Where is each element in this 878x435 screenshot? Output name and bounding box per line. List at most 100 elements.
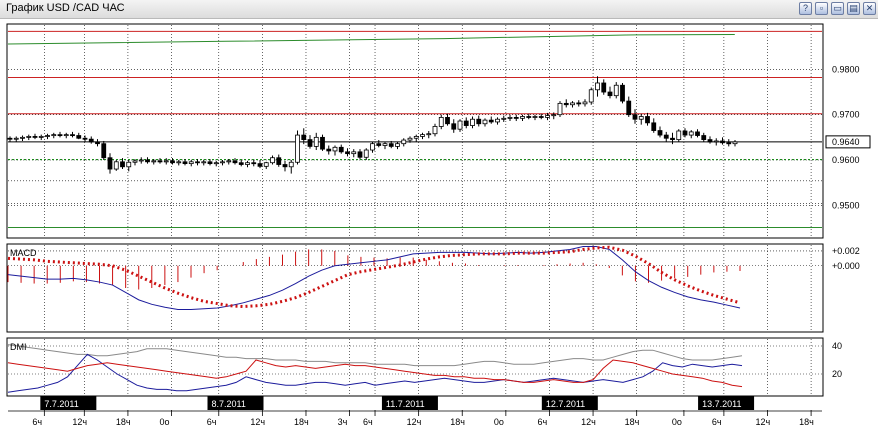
candle-body bbox=[238, 162, 244, 165]
candle-body bbox=[570, 102, 575, 106]
candle-body bbox=[107, 157, 113, 170]
candle-body bbox=[695, 131, 700, 136]
candle-body bbox=[295, 134, 300, 163]
hour-tick-label: 0о bbox=[672, 417, 682, 427]
candle-body bbox=[151, 160, 157, 163]
candle-body bbox=[457, 120, 463, 130]
candle-body bbox=[270, 157, 275, 164]
candle-body bbox=[382, 143, 388, 146]
price-tick-label: 0.9600 bbox=[832, 155, 860, 165]
candle-body bbox=[513, 117, 519, 119]
candle-body bbox=[70, 134, 75, 137]
candle-body bbox=[95, 141, 100, 145]
candle-body bbox=[157, 160, 163, 163]
candle-body bbox=[213, 162, 219, 165]
candle-body bbox=[376, 143, 382, 146]
date-label: 8.7.2011 bbox=[212, 399, 246, 409]
candle-body bbox=[613, 84, 619, 97]
candle-body bbox=[526, 116, 532, 118]
candle-body bbox=[688, 131, 694, 136]
candle-body bbox=[563, 102, 569, 106]
candle-body bbox=[701, 135, 707, 141]
candle-body bbox=[501, 117, 507, 120]
candle-body bbox=[132, 160, 138, 163]
candle-body bbox=[313, 136, 319, 147]
candle-body bbox=[651, 122, 657, 131]
price-tick-label: 0.9500 bbox=[832, 200, 860, 210]
candle-body bbox=[363, 149, 369, 158]
dmi-panel-frame bbox=[6, 337, 824, 397]
candle-body bbox=[507, 117, 513, 119]
hour-tick-label: 6ч bbox=[537, 417, 547, 427]
candle-body bbox=[226, 160, 232, 163]
candle-body bbox=[595, 82, 600, 91]
candle-body bbox=[20, 136, 25, 139]
candle-body bbox=[201, 161, 207, 164]
candle-body bbox=[257, 163, 263, 167]
hour-tick-label: 12ч bbox=[72, 417, 87, 427]
macd-tick-label: +0.000 bbox=[832, 261, 860, 271]
candle-body bbox=[413, 136, 419, 139]
candle-body bbox=[63, 134, 69, 137]
candle-body bbox=[101, 143, 107, 159]
price-tick-label: 0.9800 bbox=[832, 64, 860, 74]
candle-body bbox=[57, 134, 63, 137]
candle-body bbox=[438, 117, 444, 127]
candle-body bbox=[588, 89, 594, 103]
candle-body bbox=[320, 136, 325, 150]
candle-body bbox=[45, 135, 50, 137]
price-panel-frame bbox=[6, 23, 824, 239]
candle-body bbox=[638, 116, 644, 120]
hour-tick-label: 18ч bbox=[116, 417, 131, 427]
candle-body bbox=[463, 120, 469, 126]
hour-tick-label: 18ч bbox=[450, 417, 465, 427]
candle-body bbox=[138, 159, 144, 162]
candle-body bbox=[451, 123, 457, 130]
candle-body bbox=[176, 161, 182, 164]
candle-body bbox=[676, 130, 682, 141]
candle-body bbox=[351, 151, 357, 155]
candle-body bbox=[301, 134, 307, 141]
candle-body bbox=[445, 117, 450, 125]
candle-body bbox=[7, 137, 13, 140]
date-label: 11.7.2011 bbox=[386, 399, 425, 409]
candle-body bbox=[707, 139, 713, 143]
candle-body bbox=[420, 134, 425, 137]
candle-body bbox=[307, 139, 313, 147]
hour-tick-label: 18ч bbox=[294, 417, 309, 427]
candle-body bbox=[26, 136, 32, 138]
hour-tick-label: 0о bbox=[160, 417, 170, 427]
candle-body bbox=[13, 137, 19, 140]
candle-body bbox=[538, 116, 544, 118]
candle-body bbox=[88, 138, 94, 143]
hour-tick-label: 12ч bbox=[250, 417, 265, 427]
dmi-tick-label: 40 bbox=[832, 341, 842, 351]
candle-body bbox=[713, 140, 719, 143]
candle-body bbox=[620, 84, 625, 102]
candle-body bbox=[626, 100, 632, 116]
candle-body bbox=[282, 164, 288, 168]
candle-body bbox=[657, 130, 663, 136]
candle-body bbox=[732, 141, 738, 145]
hour-tick-label: 6ч bbox=[712, 417, 722, 427]
macd-panel-frame bbox=[6, 243, 824, 333]
candle-body bbox=[207, 161, 213, 165]
candle-body bbox=[632, 114, 638, 120]
candle-body bbox=[401, 139, 407, 145]
macd-tick-label: +0.002 bbox=[832, 246, 860, 256]
candle-body bbox=[488, 119, 494, 123]
candle-body bbox=[338, 146, 344, 153]
candle-body bbox=[76, 135, 82, 139]
candle-body bbox=[251, 162, 257, 165]
date-label: 13.7.2011 bbox=[702, 399, 741, 409]
candle-body bbox=[426, 133, 432, 136]
dmi-tick-label: 20 bbox=[832, 369, 842, 379]
candle-body bbox=[232, 160, 238, 164]
candle-body bbox=[601, 82, 607, 93]
hour-tick-label: 0о bbox=[494, 417, 504, 427]
candle-body bbox=[120, 161, 125, 168]
hour-tick-label: 12ч bbox=[407, 417, 422, 427]
hour-tick-label: 18ч bbox=[625, 417, 640, 427]
candle-body bbox=[82, 137, 88, 140]
macd-panel-title: MACD bbox=[10, 248, 37, 258]
